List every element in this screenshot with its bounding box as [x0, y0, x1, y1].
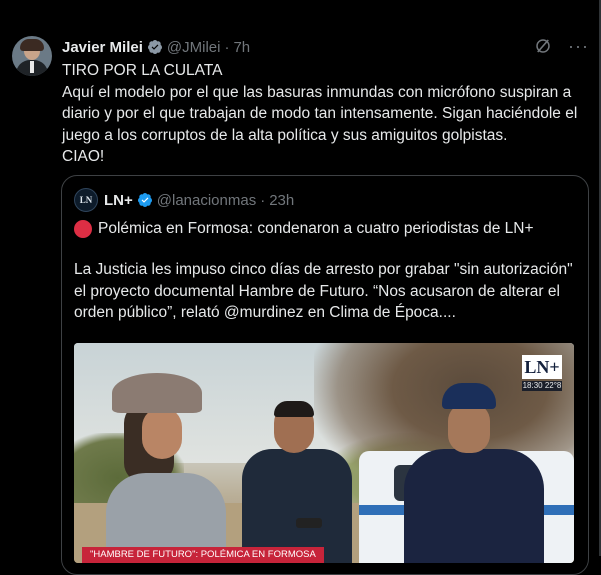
person-woman	[106, 373, 226, 563]
tweet-line-2: Aquí el modelo por el que las basuras in…	[62, 83, 578, 144]
quoted-time: 23h	[269, 191, 295, 209]
tweet-actions-top: ···	[534, 37, 589, 55]
tweet-text: TIRO POR LA CULATA Aquí el modelo por el…	[62, 60, 582, 168]
grok-icon[interactable]	[534, 37, 552, 55]
separator-dot: ·	[260, 191, 266, 209]
tweet-time[interactable]: 7h	[233, 39, 250, 56]
quoted-title-text: Polémica en Formosa: condenaron a cuatro…	[98, 220, 534, 237]
red-circle-icon	[74, 219, 92, 238]
tweet-line-1: TIRO POR LA CULATA	[62, 62, 223, 79]
person-officer-phone	[234, 401, 354, 563]
author-name[interactable]: Javier Milei	[62, 39, 143, 56]
more-options-icon[interactable]: ···	[568, 37, 589, 55]
verified-badge-icon	[137, 193, 152, 207]
verified-badge-icon	[147, 40, 162, 54]
quoted-handle: @lanacionmas	[156, 191, 257, 209]
quoted-body: La Justicia les impuso cinco días de arr…	[74, 261, 573, 321]
quoted-title: Polémica en Formosa: condenaron a cuatro…	[74, 218, 534, 239]
quoted-header: LN LN+ @lanacionmas · 23h	[74, 188, 294, 212]
tweet-line-3: CIAO!	[62, 148, 105, 165]
broadcast-caption: "HAMBRE DE FUTURO": POLÉMICA EN FORMOSA	[82, 547, 324, 563]
separator-dot: ·	[224, 38, 230, 56]
ln-plus-logo: LN+	[522, 355, 562, 379]
broadcast-time: 18:30 22°8	[522, 381, 562, 391]
quoted-avatar: LN	[74, 188, 98, 212]
quoted-tweet[interactable]: LN LN+ @lanacionmas · 23h Polémica en Fo…	[61, 175, 589, 575]
author-avatar[interactable]	[12, 36, 52, 76]
quoted-media-image[interactable]: LN+ 18:30 22°8 "HAMBRE DE FUTURO": POLÉM…	[74, 343, 574, 563]
person-officer-cap	[404, 383, 544, 563]
tweet-header: Javier Milei @JMilei · 7h	[62, 37, 250, 57]
author-handle[interactable]: @JMilei	[167, 39, 221, 56]
quoted-author-name: LN+	[104, 191, 133, 209]
